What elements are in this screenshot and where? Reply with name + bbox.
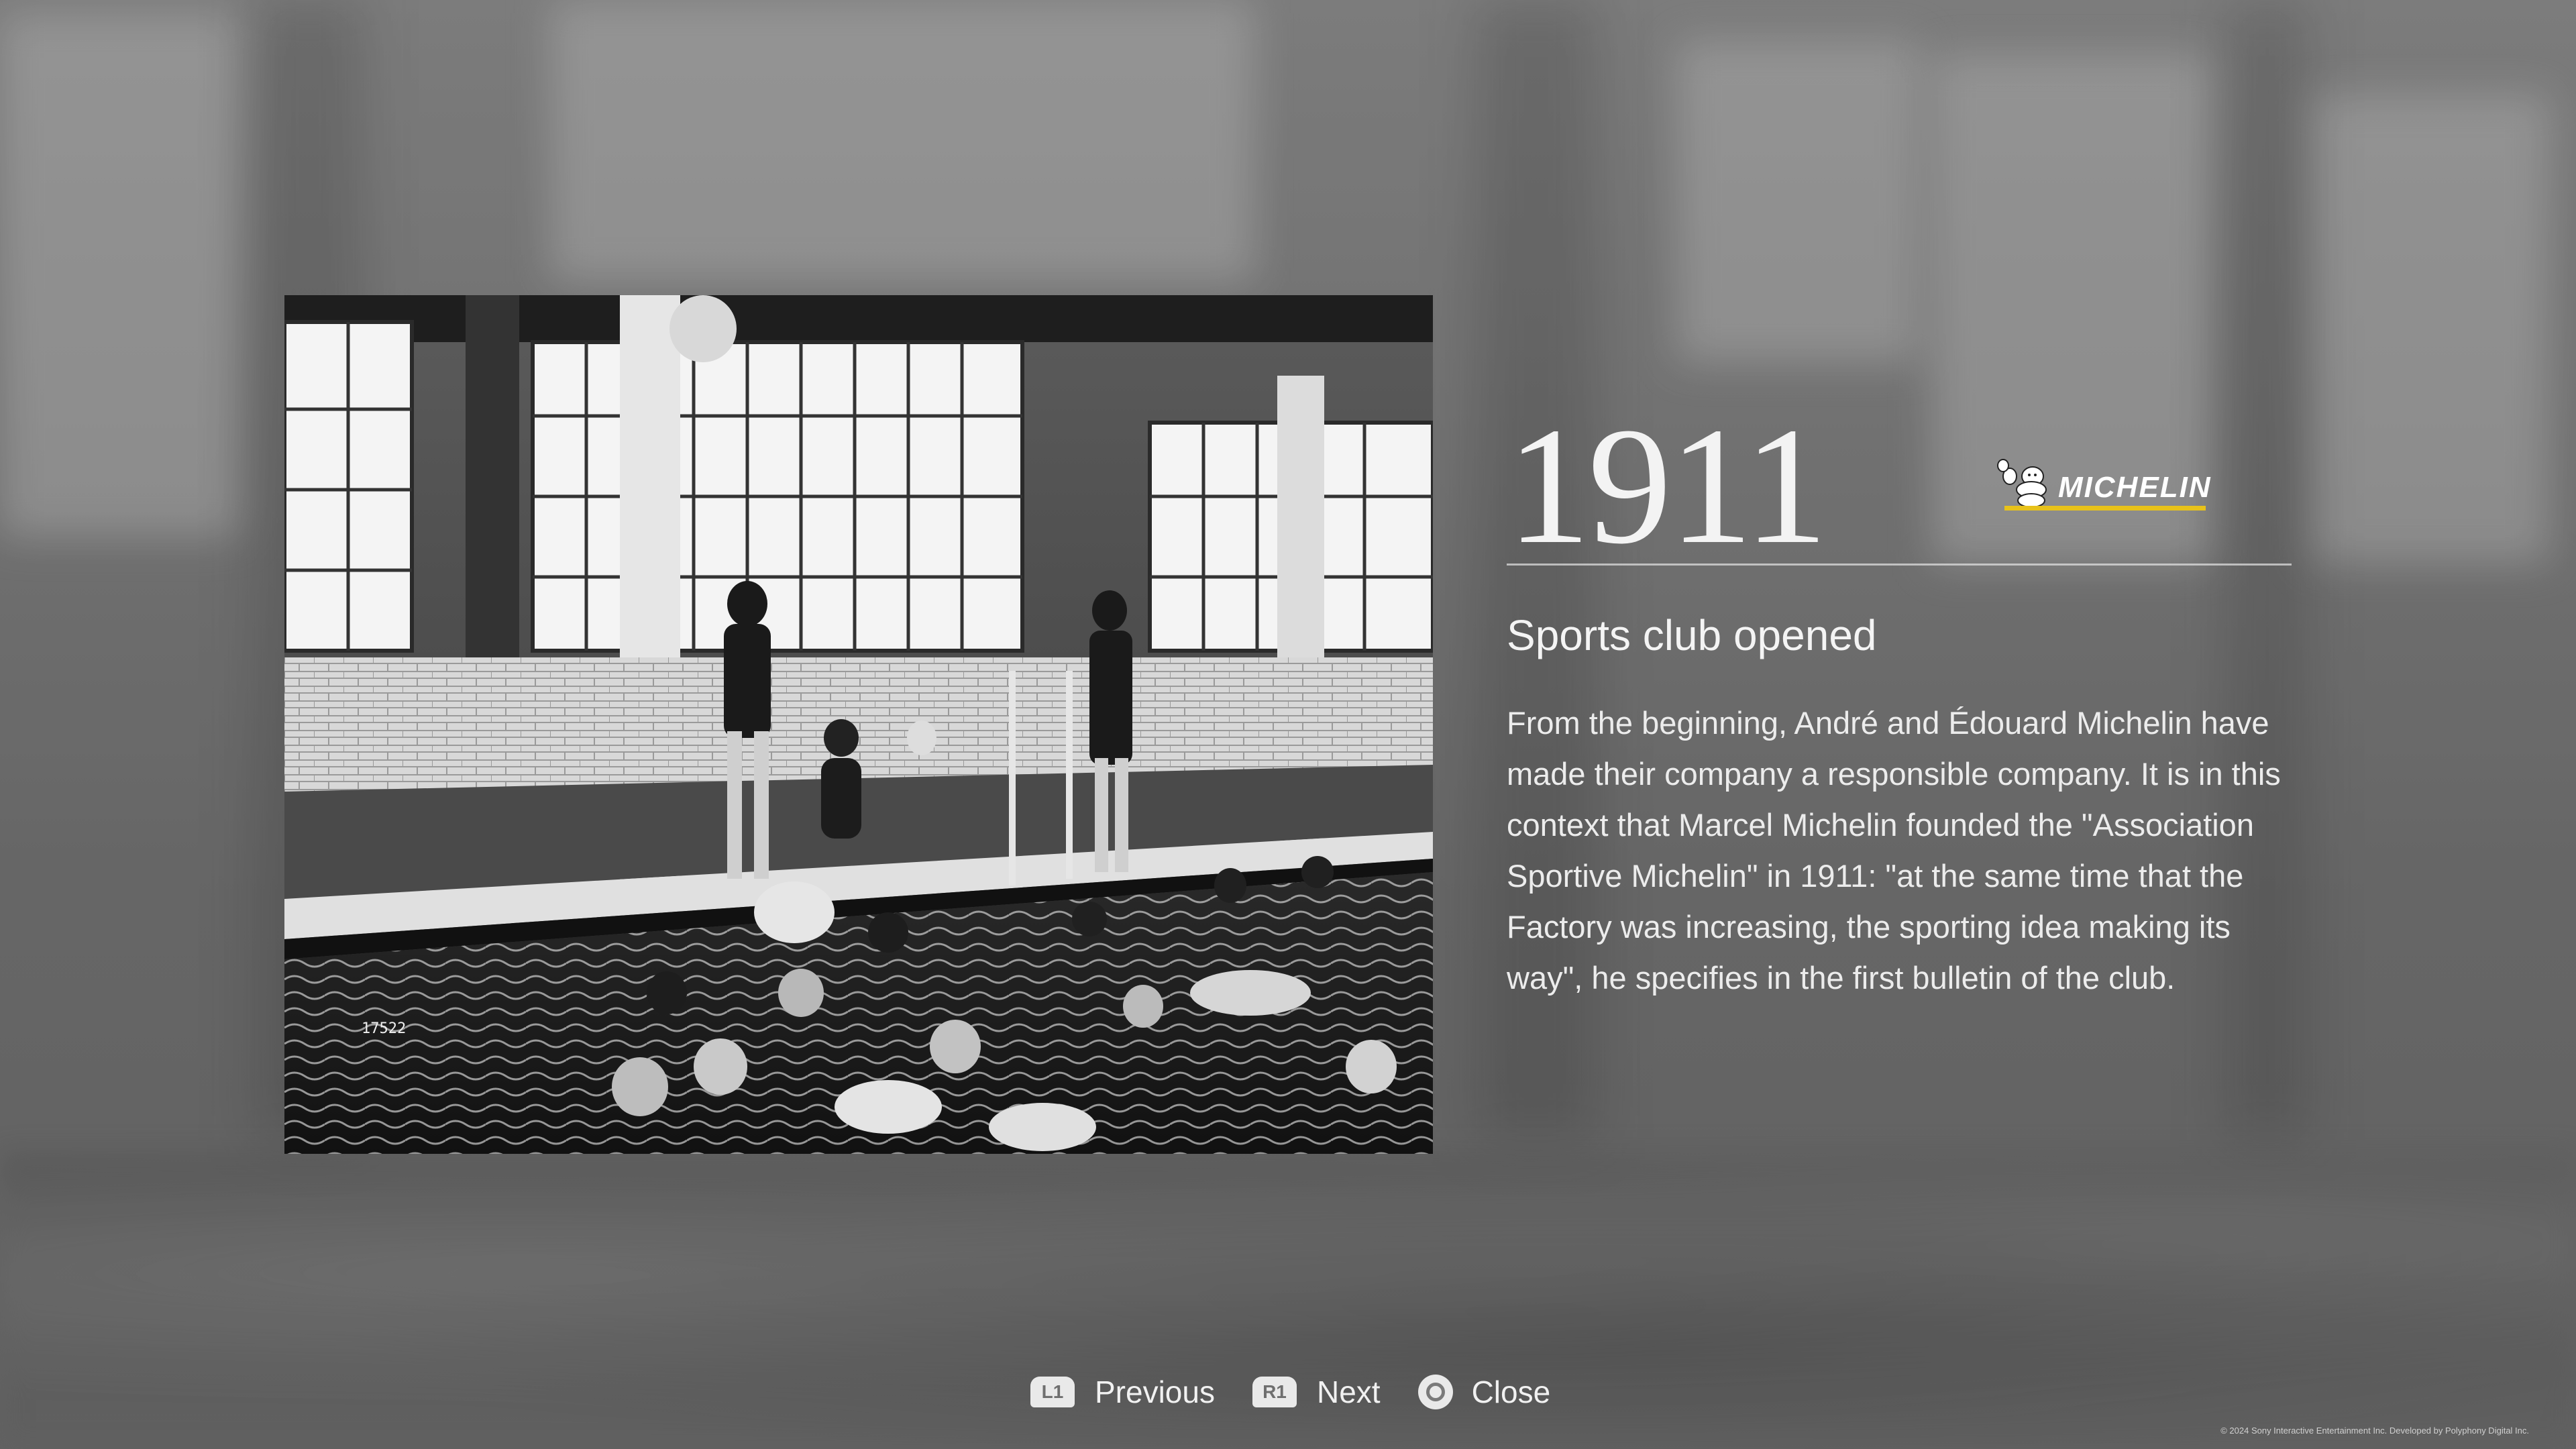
photo-archive-number: 17522	[362, 1020, 406, 1037]
divider	[1507, 564, 2292, 566]
previous-label: Previous	[1095, 1375, 1215, 1409]
r1-button-icon: R1	[1252, 1377, 1297, 1407]
previous-control[interactable]: L1 Previous	[1030, 1374, 1215, 1410]
year-heading: 1911	[1507, 393, 1828, 579]
close-label: Close	[1471, 1375, 1551, 1409]
entry-description: From the beginning, André and Édouard Mi…	[1507, 705, 2281, 996]
michelin-logo: MICHELIN	[1991, 458, 2253, 525]
next-control[interactable]: R1 Next	[1252, 1374, 1381, 1410]
bibendum-icon	[1997, 459, 2047, 508]
l1-button-icon: L1	[1030, 1377, 1075, 1407]
copyright-notice: © 2024 Sony Interactive Entertainment In…	[2220, 1426, 2529, 1436]
entry-title: Sports club opened	[1507, 611, 1877, 659]
historical-photo: 17522	[284, 295, 1433, 1154]
controller-hints: L1 Previous R1 Next Close	[1030, 1368, 1588, 1415]
circle-button-icon	[1417, 1375, 1453, 1409]
brand-wordmark: MICHELIN	[2058, 471, 2212, 504]
close-control[interactable]: Close	[1417, 1374, 1551, 1410]
next-label: Next	[1316, 1375, 1381, 1409]
brand-underline	[2004, 506, 2206, 511]
